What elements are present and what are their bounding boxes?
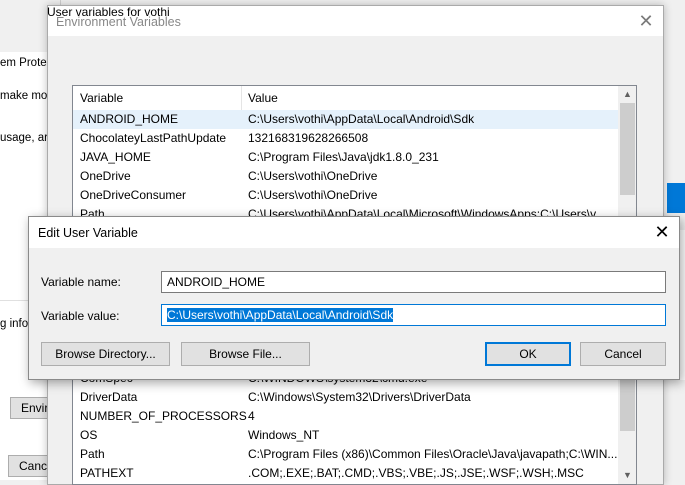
table-row[interactable]: ChocolateyLastPathUpdate 1321683196282665…: [73, 129, 621, 148]
ok-button[interactable]: OK: [485, 342, 571, 366]
variable-name-cell: DriverData: [80, 390, 138, 404]
user-variables-rows: ANDROID_HOME C:\Users\vothi\AppData\Local…: [73, 110, 621, 224]
variable-name-cell: PATHEXT: [80, 466, 134, 480]
cancel-button[interactable]: Cancel: [580, 342, 666, 366]
variable-value-cell: C:\Program Files\Java\jdk1.8.0_231: [248, 150, 439, 164]
variable-value-cell: Windows_NT: [248, 428, 320, 442]
variable-name-cell: JAVA_HOME: [80, 150, 151, 164]
table-row[interactable]: ANDROID_HOME C:\Users\vothi\AppData\Local…: [73, 110, 621, 129]
browse-file-button[interactable]: Browse File...: [181, 342, 310, 366]
dialog-titlebar: Edit User Variable ✕: [29, 217, 679, 248]
table-row[interactable]: DriverData C:\Windows\System32\Drivers\Dr…: [73, 388, 621, 407]
selected-text: C:\Users\vothi\AppData\Local\Android\Sdk: [167, 308, 394, 322]
variable-value-field[interactable]: C:\Users\vothi\AppData\Local\Android\Sdk: [161, 304, 666, 326]
variable-name-cell: OS: [80, 428, 98, 442]
variable-name-cell: OneDriveConsumer: [80, 188, 187, 202]
variable-value-cell: C:\Users\vothi\OneDrive: [248, 169, 378, 183]
variable-value-cell: C:\Windows\System32\Drivers\DriverData: [248, 390, 471, 404]
variable-value-cell: C:\Program Files (x86)\Common Files\Orac…: [248, 447, 618, 461]
variable-name-cell: ANDROID_HOME: [80, 112, 179, 126]
variable-value-label: Variable value:: [41, 309, 120, 323]
variable-name-cell: OneDrive: [80, 169, 131, 183]
variable-value-cell: 4: [248, 409, 255, 423]
system-variables-list[interactable]: ComSpecC:\WINDOWS\system32\cmd.exeDriver…: [72, 370, 637, 485]
sysprops-text-fragment: make mos: [0, 90, 54, 102]
system-list-scrollbar[interactable]: ▼: [618, 371, 636, 484]
variable-value-cell: .COM;.EXE;.BAT;.CMD;.VBS;.VBE;.JS;.JSE;.…: [248, 466, 584, 480]
variable-name-label: Variable name:: [41, 275, 121, 289]
table-row[interactable]: NUMBER_OF_PROCESSORS 4: [73, 407, 621, 426]
scrollbar-thumb[interactable]: [620, 103, 635, 195]
user-variables-group-label: User variables for vothi: [47, 5, 170, 19]
sysprops-text-fragment: em Protec: [0, 57, 53, 69]
scroll-up-arrow-icon[interactable]: ▲: [619, 86, 636, 103]
table-row[interactable]: JAVA_HOME C:\Program Files\Java\jdk1.8.0_…: [73, 148, 621, 167]
variable-name-field[interactable]: ANDROID_HOME: [161, 271, 666, 293]
column-separator[interactable]: [241, 86, 242, 110]
user-variables-list[interactable]: Variable Value ANDROID_HOME C:\Users\voth…: [72, 85, 637, 230]
system-variables-rows: ComSpecC:\WINDOWS\system32\cmd.exeDriver…: [73, 371, 621, 483]
variable-name-cell: ChocolateyLastPathUpdate: [80, 131, 227, 145]
variable-name-cell: NUMBER_OF_PROCESSORS: [80, 409, 247, 423]
user-list-scrollbar[interactable]: ▲ ▼: [618, 86, 636, 229]
column-header-variable[interactable]: Variable: [80, 91, 123, 105]
variable-value-cell: C:\Users\vothi\OneDrive: [248, 188, 378, 202]
variable-value-cell: 132168319628266508: [248, 131, 369, 145]
sysprops-text-fragment: usage, ar: [0, 132, 48, 144]
table-row[interactable]: Path C:\Program Files (x86)\Common Files\…: [73, 445, 621, 464]
table-row[interactable]: OneDrive C:\Users\vothi\OneDrive: [73, 167, 621, 186]
close-icon[interactable]: ✕: [651, 221, 673, 243]
edit-user-variable-dialog: Edit User Variable ✕ Variable name: ANDR…: [28, 216, 680, 380]
scrollbar-thumb[interactable]: [620, 371, 635, 431]
variable-name-cell: Path: [80, 447, 105, 461]
table-row[interactable]: PATHEXT .COM;.EXE;.BAT;.CMD;.VBS;.VBE;.JS…: [73, 464, 621, 483]
column-header-value[interactable]: Value: [248, 91, 278, 105]
variable-value-cell: C:\Users\vothi\AppData\Local\Android\Sdk: [248, 112, 475, 126]
list-header: Variable Value: [73, 86, 621, 111]
dialog-title: Edit User Variable: [38, 226, 138, 240]
browse-directory-button[interactable]: Browse Directory...: [41, 342, 170, 366]
table-row[interactable]: OneDriveConsumer C:\Users\vothi\OneDrive: [73, 186, 621, 205]
table-row[interactable]: OS Windows_NT: [73, 426, 621, 445]
background-accent-block: [667, 183, 685, 213]
scroll-down-arrow-icon[interactable]: ▼: [619, 467, 636, 484]
